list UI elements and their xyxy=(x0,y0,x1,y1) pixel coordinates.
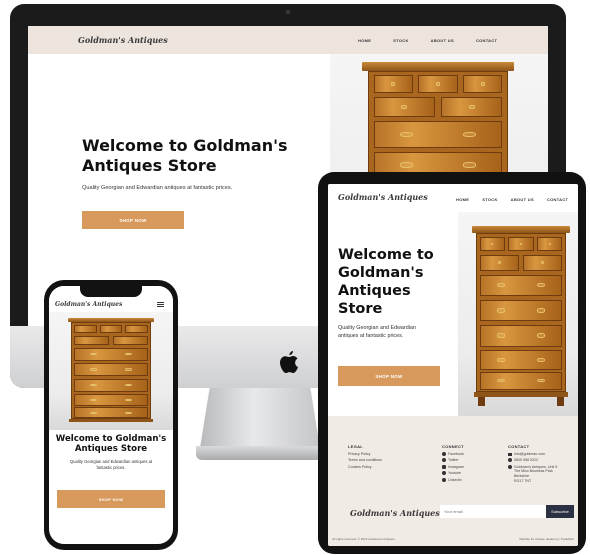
nav-home[interactable]: HOME xyxy=(358,38,371,43)
shop-now-button[interactable]: SHOP NOW xyxy=(338,366,440,386)
desktop-nav-links: HOME STOCK ABOUT US CONTACT xyxy=(358,38,497,43)
subscribe-button[interactable]: Subscribe xyxy=(546,505,574,518)
nav-about-us[interactable]: ABOUT US xyxy=(511,197,534,202)
phone-notch xyxy=(80,286,142,297)
shop-now-button[interactable]: SHOP NOW xyxy=(82,211,184,229)
credit-text[interactable]: Website for antique dealers by TradeMob xyxy=(519,537,574,541)
tablet-hero-text: Welcome to Goldman's Antiques Store Qual… xyxy=(338,246,456,340)
hero-title: Welcome to Goldman's Antiques Store xyxy=(338,247,434,317)
footer-connect: CONNECT Facebook Twitter Instagram Youtu… xyxy=(442,444,464,482)
mobile-hero-text: Welcome to Goldman's Antiques Store Qual… xyxy=(49,434,173,471)
tablet-hero-image xyxy=(458,212,578,416)
hero-subtitle: Quality Georgian and Edwardian antiques … xyxy=(338,325,416,339)
hero-subtitle: Quality Georgian and Edwardian antiques … xyxy=(69,459,153,470)
youtube-icon xyxy=(442,471,446,476)
nav-contact[interactable]: CONTACT xyxy=(476,38,497,43)
contact-address: Goldman's Antiques, Unit 5 The Mico Busi… xyxy=(508,464,574,483)
footer-contact: CONTACT info@goldman.com 0800 958 0222 G… xyxy=(508,444,574,486)
site-footer: LEGAL Privacy Policy Terms and condition… xyxy=(328,416,578,546)
site-logo[interactable]: Goldman's Antiques xyxy=(78,35,168,45)
tablet-website: Goldman's Antiques HOME STOCK ABOUT US C… xyxy=(328,184,578,546)
site-logo[interactable]: Goldman's Antiques xyxy=(55,301,122,308)
email-input[interactable] xyxy=(440,505,546,518)
newsletter-form: Subscribe xyxy=(440,505,574,518)
imac-foot xyxy=(196,446,326,460)
privacy-policy-link[interactable]: Privacy Policy xyxy=(348,452,382,456)
apple-logo-icon xyxy=(280,351,298,373)
envelope-icon xyxy=(508,452,512,456)
phone-device: Goldman's Antiques Welcome to Goldman's … xyxy=(44,280,178,550)
footer-logo[interactable]: Goldman's Antiques xyxy=(350,508,440,518)
tablet-nav-links: HOME STOCK ABOUT US CONTACT xyxy=(456,197,568,202)
device-mockup-stage: Goldman's Antiques HOME STOCK ABOUT US C… xyxy=(0,0,590,555)
camera-icon xyxy=(286,10,290,14)
facebook-icon xyxy=(442,452,446,456)
phone-icon xyxy=(508,458,512,463)
nav-stock[interactable]: STOCK xyxy=(482,197,497,202)
copyright-text: All rights reserved. © 2023 Goldman's An… xyxy=(332,537,395,541)
cookies-policy-link[interactable]: Cookies Policy xyxy=(348,465,382,469)
twitter-link[interactable]: Twitter xyxy=(442,458,464,463)
twitter-icon xyxy=(442,458,446,463)
map-pin-icon xyxy=(508,464,512,469)
tablet-device: Goldman's Antiques HOME STOCK ABOUT US C… xyxy=(318,172,586,554)
mobile-hero-image xyxy=(49,312,173,430)
linkedin-link[interactable]: LinkedIn xyxy=(442,477,464,482)
imac-stand xyxy=(200,388,320,448)
instagram-link[interactable]: Instagram xyxy=(442,464,464,469)
contact-phone[interactable]: 0800 958 0222 xyxy=(508,458,574,463)
desktop-navbar: Goldman's Antiques HOME STOCK ABOUT US C… xyxy=(28,26,548,54)
instagram-icon xyxy=(442,464,446,469)
contact-email[interactable]: info@goldman.com xyxy=(508,452,574,456)
nav-home[interactable]: HOME xyxy=(456,197,469,202)
youtube-link[interactable]: Youtube xyxy=(442,471,464,476)
hamburger-menu-icon[interactable] xyxy=(157,302,164,307)
nav-contact[interactable]: CONTACT xyxy=(547,197,568,202)
chest-of-drawers-image xyxy=(67,318,155,428)
nav-stock[interactable]: STOCK xyxy=(393,38,408,43)
desktop-hero-text: Welcome to Goldman's Antiques Store Qual… xyxy=(82,136,288,191)
shop-now-button[interactable]: SHOP NOW xyxy=(57,490,165,508)
facebook-link[interactable]: Facebook xyxy=(442,452,464,456)
footer-legal: LEGAL Privacy Policy Terms and condition… xyxy=(348,444,382,469)
linkedin-icon xyxy=(442,477,446,482)
terms-link[interactable]: Terms and conditions xyxy=(348,458,382,462)
hero-subtitle: Quality Georgian and Edwardian antiques … xyxy=(82,185,233,191)
hero-title: Welcome to Goldman's Antiques Store xyxy=(82,136,288,175)
hero-title: Welcome to Goldman's Antiques Store xyxy=(55,434,167,454)
chest-of-drawers-image xyxy=(472,226,570,406)
tablet-navbar: Goldman's Antiques HOME STOCK ABOUT US C… xyxy=(328,184,578,212)
nav-about-us[interactable]: ABOUT US xyxy=(431,38,454,43)
site-logo[interactable]: Goldman's Antiques xyxy=(338,192,428,202)
mobile-website: Goldman's Antiques Welcome to Goldman's … xyxy=(49,286,173,544)
